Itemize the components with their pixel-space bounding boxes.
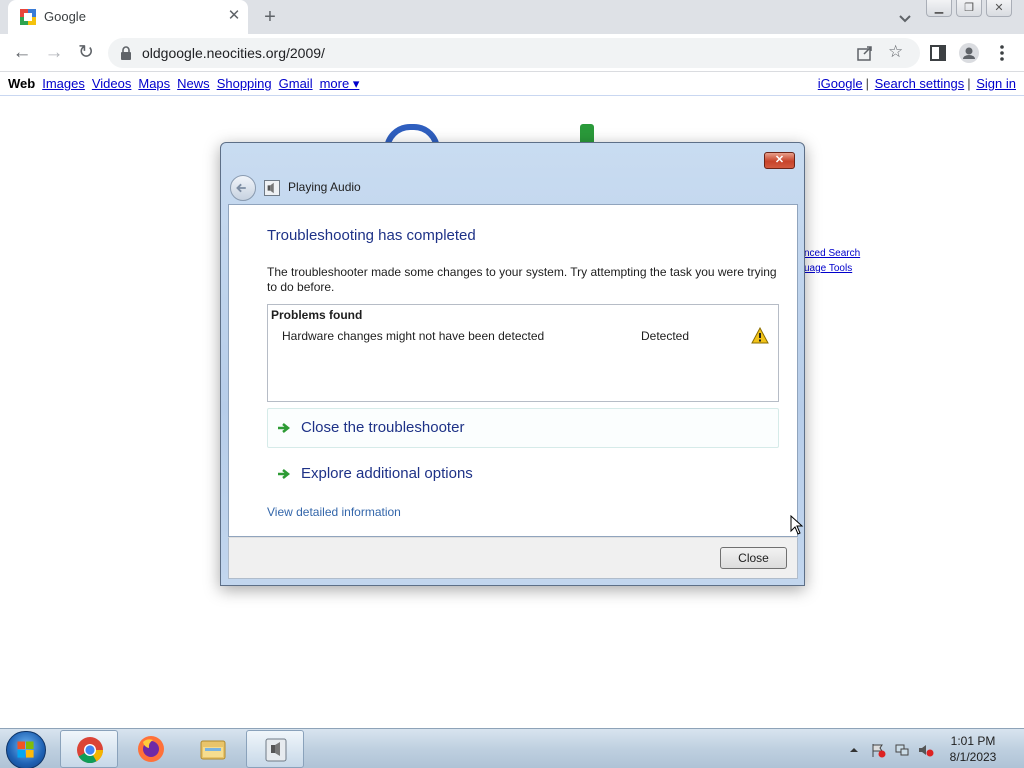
- explore-options-link[interactable]: Explore additional options: [267, 454, 779, 494]
- show-hidden-icons-icon[interactable]: [846, 742, 862, 758]
- browser-toolbar: ← → ↻ oldgoogle.neocities.org/2009/ ☆: [0, 34, 1024, 72]
- action-center-flag-icon[interactable]: [870, 742, 886, 758]
- browser-tab[interactable]: Google ✕: [8, 0, 248, 34]
- forward-arrow-icon[interactable]: →: [42, 42, 66, 64]
- url-text: oldgoogle.neocities.org/2009/: [142, 45, 325, 61]
- language-tools-link[interactable]: uage Tools: [804, 263, 860, 278]
- windows-logo-icon: [17, 741, 34, 758]
- tab-strip: Google ✕ + ▁ ❐ ✕: [0, 0, 1024, 34]
- nav-more[interactable]: more ▾: [320, 76, 360, 91]
- taskbar-firefox[interactable]: [122, 730, 180, 768]
- system-tray: [846, 741, 942, 759]
- reload-icon[interactable]: ↻: [74, 42, 98, 64]
- green-arrow-icon: [278, 469, 291, 479]
- google-logo-fragment: [580, 124, 594, 144]
- chrome-icon: [77, 737, 104, 764]
- dialog-heading: Troubleshooting has completed: [267, 227, 476, 244]
- clock-time: 1:01 PM: [950, 734, 996, 748]
- green-arrow-icon: [278, 423, 291, 433]
- back-arrow-icon[interactable]: ←: [10, 42, 34, 64]
- folder-icon: [200, 740, 226, 760]
- close-button[interactable]: Close: [720, 547, 787, 569]
- minimize-icon[interactable]: ▁: [926, 0, 952, 17]
- start-button[interactable]: [6, 731, 46, 768]
- problem-status: Detected: [641, 329, 690, 343]
- window-controls: ▁ ❐ ✕: [926, 0, 1018, 18]
- taskbar-troubleshooter[interactable]: [246, 730, 304, 768]
- nav-news[interactable]: News: [177, 76, 210, 91]
- menu-kebab-icon[interactable]: [992, 43, 1012, 63]
- command-label: Close the troubleshooter: [301, 419, 465, 436]
- clock-date: 8/1/2023: [949, 750, 997, 764]
- nav-sign-in[interactable]: Sign in: [976, 76, 1016, 91]
- nav-igoogle[interactable]: iGoogle: [818, 76, 863, 91]
- back-arrow-icon[interactable]: [230, 175, 256, 201]
- lock-icon: [121, 46, 131, 60]
- nav-images[interactable]: Images: [42, 76, 85, 91]
- nav-search-settings[interactable]: Search settings: [875, 76, 965, 91]
- share-icon[interactable]: [856, 44, 874, 62]
- address-bar[interactable]: oldgoogle.neocities.org/2009/ ☆: [108, 38, 920, 68]
- google-side-links: nced Search uage Tools: [804, 248, 860, 278]
- nav-maps[interactable]: Maps: [138, 76, 170, 91]
- restore-icon[interactable]: ❐: [956, 0, 982, 17]
- dialog-description: The troubleshooter made some changes to …: [267, 265, 777, 294]
- nav-gmail[interactable]: Gmail: [279, 76, 313, 91]
- google-favicon-icon: [20, 9, 36, 25]
- taskbar-explorer[interactable]: [184, 730, 242, 768]
- google-nav-left: Web Images Videos Maps News Shopping Gmail more…: [8, 76, 366, 92]
- side-panel-icon[interactable]: [928, 43, 948, 63]
- bookmark-star-icon[interactable]: ☆: [888, 42, 903, 62]
- troubleshooter-icon: [265, 738, 287, 762]
- google-nav-right: iGoogle | Search settings | Sign in: [817, 76, 1016, 91]
- new-tab-icon[interactable]: +: [258, 6, 282, 28]
- firefox-icon: [138, 736, 164, 762]
- taskbar-chrome[interactable]: [60, 730, 118, 768]
- tab-title: Google: [44, 9, 86, 24]
- dialog-footer: [228, 537, 798, 579]
- warning-icon: [751, 327, 769, 344]
- tab-close-icon[interactable]: ✕: [224, 6, 244, 26]
- dialog-title: Playing Audio: [288, 180, 361, 194]
- close-troubleshooter-link[interactable]: Close the troubleshooter: [267, 408, 779, 448]
- google-nav-bar: Web Images Videos Maps News Shopping Gmail more…: [0, 72, 1024, 96]
- close-window-icon[interactable]: ✕: [986, 0, 1012, 17]
- problem-name: Hardware changes might not have been det…: [282, 329, 545, 343]
- tab-search-chevron-icon[interactable]: [894, 8, 916, 28]
- troubleshooter-dialog: ✕ Playing Audio Troubleshooting has comp…: [220, 142, 805, 586]
- taskbar: 1:01 PM 8/1/2023: [0, 728, 1024, 768]
- speaker-icon: [264, 180, 280, 196]
- dialog-content: Troubleshooting has completed The troubl…: [228, 204, 798, 537]
- screen: Google ✕ + ▁ ❐ ✕ ← → ↻ oldgoogle.neociti…: [0, 0, 1024, 768]
- problems-header: Problems found: [271, 308, 363, 322]
- view-detailed-information-link[interactable]: View detailed information: [267, 505, 401, 519]
- network-icon[interactable]: [894, 742, 910, 758]
- profile-avatar-icon[interactable]: [959, 43, 979, 63]
- volume-muted-icon[interactable]: [918, 742, 934, 758]
- nav-shopping[interactable]: Shopping: [217, 76, 272, 91]
- mouse-cursor-icon: [790, 515, 804, 535]
- problems-found-box: Problems found Hardware changes might no…: [267, 304, 779, 402]
- nav-videos[interactable]: Videos: [92, 76, 132, 91]
- command-label: Explore additional options: [301, 465, 473, 482]
- advanced-search-link[interactable]: nced Search: [804, 248, 860, 263]
- dialog-close-icon[interactable]: ✕: [764, 152, 795, 169]
- system-clock[interactable]: 1:01 PM 8/1/2023: [940, 733, 1006, 765]
- nav-web: Web: [8, 76, 36, 91]
